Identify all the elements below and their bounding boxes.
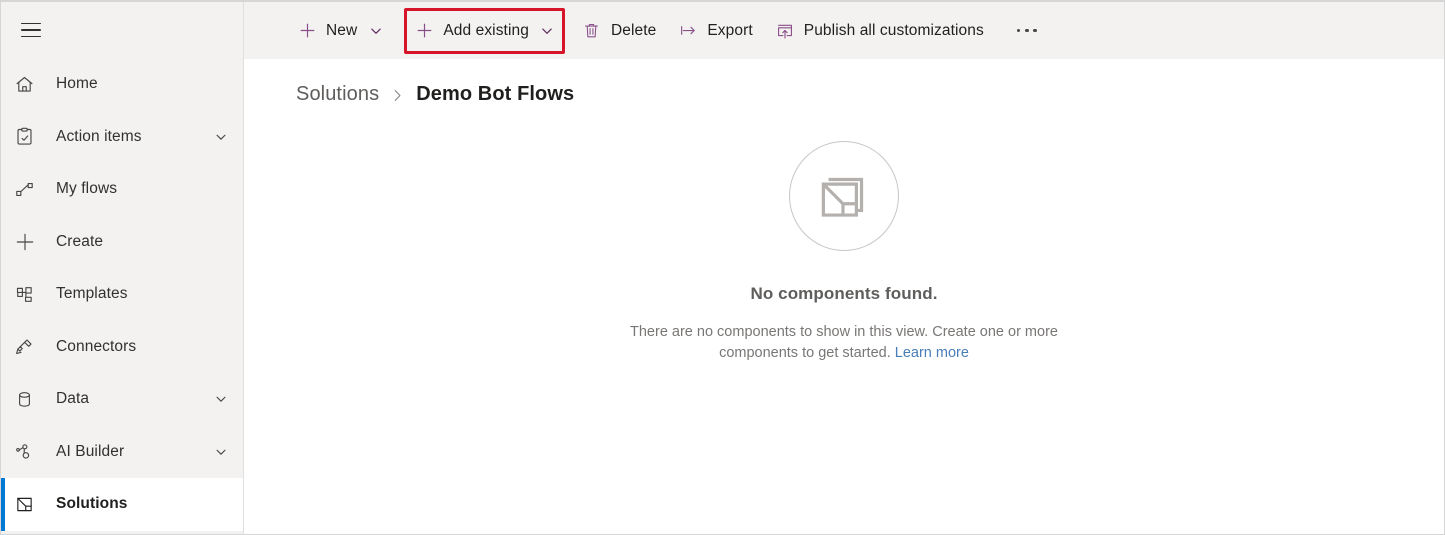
sidebar: Home Action items My flows Create Templa… bbox=[1, 2, 244, 534]
sidebar-item-label: AI Builder bbox=[56, 442, 125, 460]
chevron-down-icon[interactable] bbox=[368, 23, 383, 38]
chevron-down-icon[interactable] bbox=[213, 444, 229, 460]
chevron-down-icon[interactable] bbox=[540, 23, 555, 38]
plus-icon bbox=[297, 21, 317, 41]
ellipsis-dot bbox=[1033, 28, 1037, 33]
sidebar-nav-list: Home Action items My flows Create Templa… bbox=[1, 58, 243, 531]
flow-icon bbox=[14, 179, 44, 200]
new-button[interactable]: New bbox=[286, 11, 394, 51]
sidebar-item-solutions[interactable]: Solutions bbox=[1, 478, 243, 531]
export-button-label: Export bbox=[707, 21, 753, 39]
chevron-down-icon[interactable] bbox=[213, 129, 229, 145]
active-indicator bbox=[1, 478, 5, 531]
ai-builder-icon bbox=[14, 441, 44, 462]
export-button[interactable]: Export bbox=[667, 11, 763, 51]
command-toolbar: New Add existing Delete Export Publish a… bbox=[244, 2, 1444, 59]
main-area: New Add existing Delete Export Publish a… bbox=[244, 2, 1444, 534]
sidebar-item-label: My flows bbox=[56, 180, 118, 198]
content-area: Solutions Demo Bot Flows No components f… bbox=[244, 59, 1444, 534]
sidebar-item-ai-builder[interactable]: AI Builder bbox=[1, 426, 243, 479]
sidebar-item-action-items[interactable]: Action items bbox=[1, 111, 243, 164]
empty-state-title: No components found. bbox=[750, 284, 938, 303]
sidebar-item-connectors[interactable]: Connectors bbox=[1, 321, 243, 374]
sidebar-item-label: Home bbox=[56, 75, 98, 93]
publish-all-customizations-button[interactable]: Publish all customizations bbox=[764, 11, 995, 51]
empty-folder-icon bbox=[789, 141, 899, 251]
sidebar-item-label: Data bbox=[56, 390, 90, 408]
sidebar-item-label: Connectors bbox=[56, 337, 137, 355]
app-window: Home Action items My flows Create Templa… bbox=[0, 0, 1445, 535]
sidebar-item-my-flows[interactable]: My flows bbox=[1, 163, 243, 216]
menu-icon[interactable] bbox=[16, 15, 46, 45]
home-icon bbox=[14, 74, 44, 95]
trash-icon bbox=[582, 21, 602, 41]
plus-icon bbox=[414, 21, 434, 41]
add-existing-button[interactable]: Add existing bbox=[404, 7, 565, 54]
delete-button[interactable]: Delete bbox=[571, 11, 667, 51]
database-icon bbox=[14, 389, 44, 410]
empty-state: No components found. There are no compon… bbox=[244, 106, 1444, 534]
sidebar-item-data[interactable]: Data bbox=[1, 373, 243, 426]
overflow-menu-button[interactable] bbox=[1003, 11, 1051, 51]
clipboard-check-icon bbox=[14, 126, 44, 147]
learn-more-link[interactable]: Learn more bbox=[895, 345, 969, 361]
sidebar-item-label: Templates bbox=[56, 285, 128, 303]
ellipsis-dot bbox=[1024, 28, 1029, 33]
empty-state-description-text: There are no components to show in this … bbox=[630, 324, 1058, 361]
chevron-right-icon bbox=[390, 86, 405, 103]
breadcrumb: Solutions Demo Bot Flows bbox=[244, 59, 1444, 106]
sidebar-item-label: Action items bbox=[56, 127, 142, 145]
sidebar-item-label: Create bbox=[56, 232, 104, 250]
connectors-icon bbox=[14, 336, 44, 357]
chevron-down-icon[interactable] bbox=[213, 391, 229, 407]
plus-icon bbox=[14, 231, 44, 253]
sidebar-item-templates[interactable]: Templates bbox=[1, 268, 243, 321]
empty-state-description: There are no components to show in this … bbox=[619, 322, 1069, 364]
breadcrumb-parent-link[interactable]: Solutions bbox=[296, 83, 379, 106]
sidebar-item-label: Solutions bbox=[56, 495, 128, 513]
templates-icon bbox=[14, 284, 44, 305]
new-button-label: New bbox=[326, 21, 358, 39]
page-title: Demo Bot Flows bbox=[416, 83, 575, 105]
add-existing-button-label: Add existing bbox=[443, 21, 529, 39]
sidebar-item-home[interactable]: Home bbox=[1, 58, 243, 111]
delete-button-label: Delete bbox=[610, 21, 657, 39]
ellipsis-dot bbox=[1016, 28, 1021, 33]
hamburger-row bbox=[1, 2, 243, 58]
publish-icon bbox=[775, 21, 795, 41]
export-icon bbox=[678, 21, 698, 41]
publish-all-customizations-button-label: Publish all customizations bbox=[803, 21, 984, 39]
sidebar-item-create[interactable]: Create bbox=[1, 216, 243, 269]
solutions-icon bbox=[14, 494, 44, 515]
